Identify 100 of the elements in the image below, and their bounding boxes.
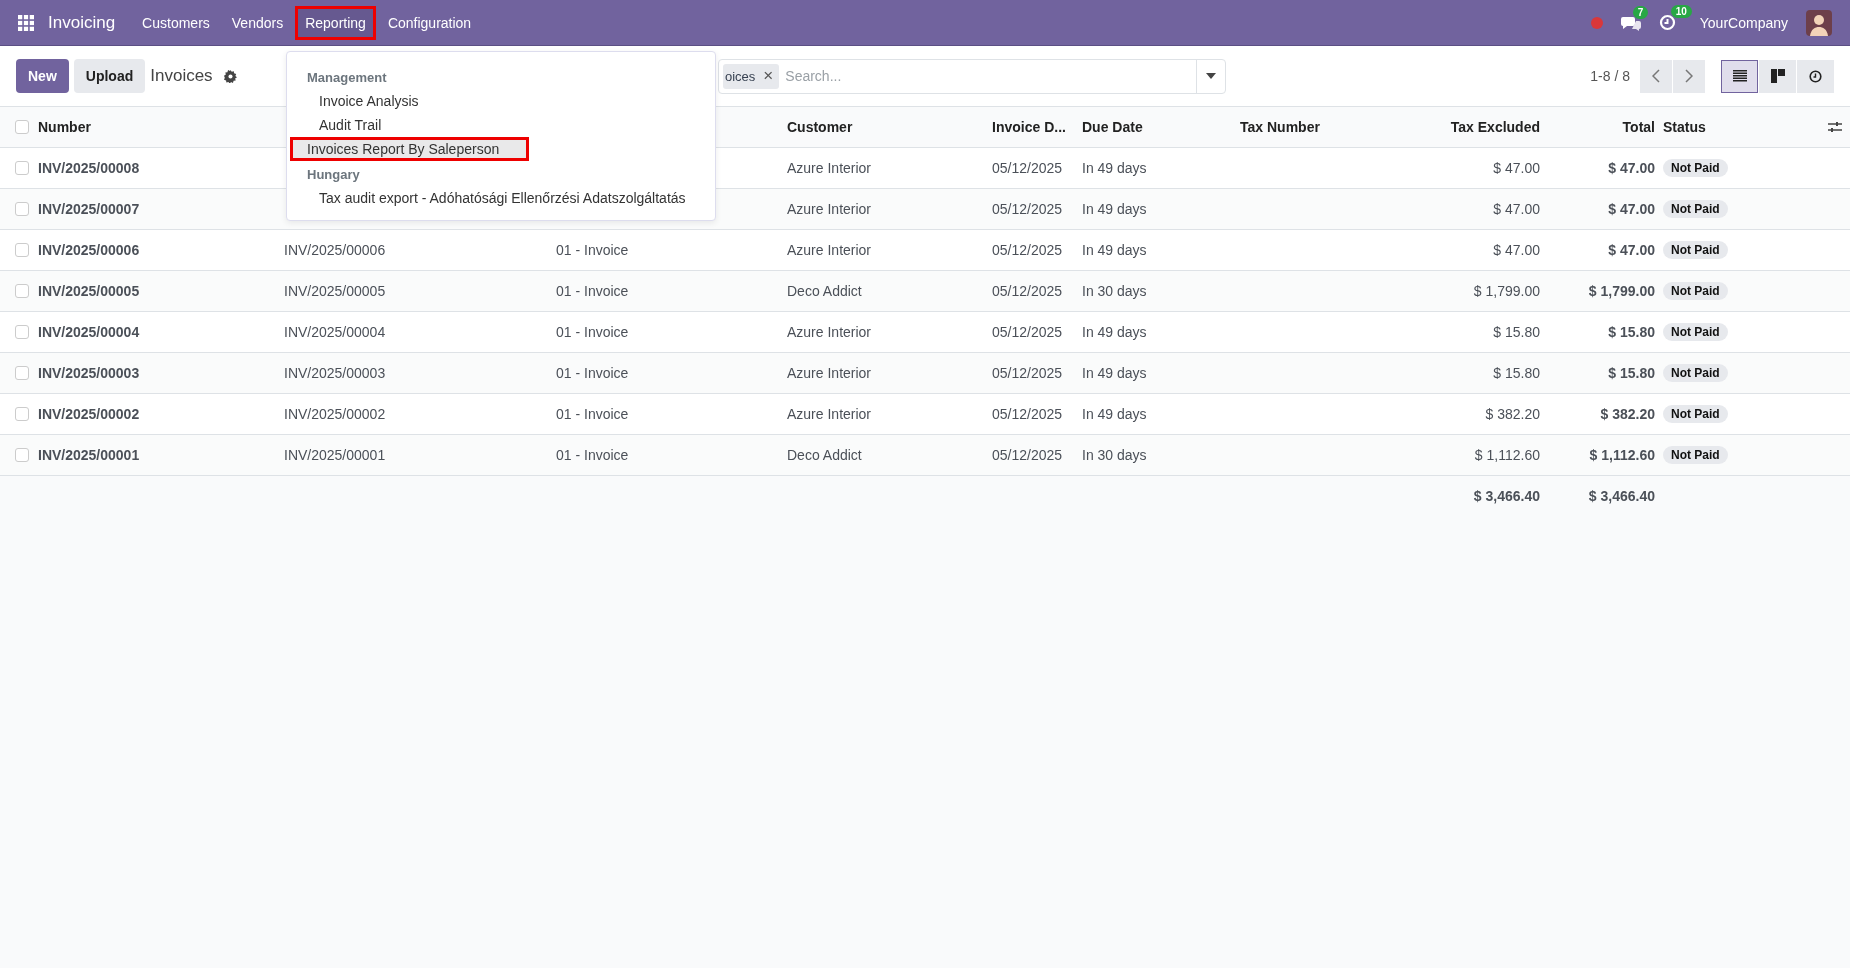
table-cell: $ 15.80 xyxy=(1493,365,1540,381)
app-name[interactable]: Invoicing xyxy=(48,12,116,33)
table-cell-text: INV/2025/00003 xyxy=(38,365,141,381)
table-cell: $ 1,112.60 xyxy=(1474,447,1540,463)
view-switch-button[interactable] xyxy=(1721,59,1758,93)
row-checkbox[interactable] xyxy=(15,202,29,216)
table-cell-text: INV/2025/00007 xyxy=(38,201,141,217)
chat-icon[interactable] xyxy=(1620,14,1641,31)
chevron-left-icon xyxy=(1652,69,1660,83)
kanban-icon xyxy=(1770,69,1785,83)
menu-section-header: Management xyxy=(306,69,388,87)
status-badge: Not Paid xyxy=(1663,323,1728,341)
status-dot-icon[interactable] xyxy=(1590,16,1603,29)
list-icon xyxy=(1732,70,1747,82)
table-cell-text: 05/12/2025 xyxy=(992,283,1064,299)
column-header[interactable]: Tax Excluded xyxy=(1450,119,1540,135)
chat-count-badge: 7 xyxy=(1632,5,1649,19)
toolbar-button[interactable]: Upload xyxy=(73,59,146,93)
row-checkbox[interactable] xyxy=(15,243,29,257)
table-cell-text: Azure Interior xyxy=(787,365,873,381)
column-header[interactable]: Customer xyxy=(787,119,992,135)
table-cell-text: Deco Addict xyxy=(787,283,863,299)
menu-item[interactable]: Audit Trail xyxy=(287,113,715,137)
nav-menu-item[interactable]: Configuration xyxy=(380,8,479,37)
status-badge: Not Paid xyxy=(1663,364,1728,382)
column-settings-icon[interactable] xyxy=(1828,121,1842,133)
toolbar-button[interactable]: New xyxy=(16,59,69,93)
remove-facet-button[interactable]: × xyxy=(763,66,774,86)
column-header[interactable]: Number xyxy=(38,119,284,135)
table-cell-text: In 49 days xyxy=(1082,324,1148,340)
breadcrumb-title: Invoices xyxy=(150,66,213,86)
row-checkbox[interactable] xyxy=(15,161,29,175)
table-cell: $ 382.20 xyxy=(1600,406,1655,422)
chevron-right-icon xyxy=(1685,69,1693,83)
menu-section-header: Hungary xyxy=(306,166,361,184)
table-cell-text: Azure Interior xyxy=(787,242,873,258)
nav-menu-item[interactable]: Customers xyxy=(135,8,217,37)
table-cell-text: 05/12/2025 xyxy=(992,201,1064,217)
pager-value[interactable]: 1-8 / 8 xyxy=(1590,68,1630,84)
column-header[interactable]: Invoice D... xyxy=(992,119,1082,135)
menu-item[interactable]: Invoices Report By Saleperson xyxy=(290,137,530,161)
table-cell-text: Azure Interior xyxy=(787,324,873,340)
settings-icon[interactable] xyxy=(223,69,237,83)
search-bar[interactable]: oices × Search... xyxy=(718,58,1226,94)
column-header[interactable]: Status xyxy=(1663,119,1820,135)
table-cell: $ 1,799.00 xyxy=(1588,283,1655,299)
table-cell: $ 47.00 xyxy=(1493,242,1540,258)
company-name[interactable]: YourCompany xyxy=(1699,14,1788,31)
select-all-checkbox[interactable] xyxy=(15,120,29,134)
menu-item[interactable]: Invoice Analysis xyxy=(287,89,715,113)
previous-page-button[interactable] xyxy=(1640,59,1672,93)
table-cell: $ 47.00 xyxy=(1493,160,1540,176)
row-checkbox[interactable] xyxy=(15,366,29,380)
table-cell: INV/2025/00005 xyxy=(284,283,386,299)
table-cell: $ 382.20 xyxy=(1485,406,1540,422)
table-cell: $ 1,112.60 xyxy=(1589,447,1655,463)
search-facet: oices × xyxy=(723,63,780,89)
table-cell: $ 15.80 xyxy=(1493,324,1540,340)
clock-icon[interactable] xyxy=(1658,14,1676,31)
status-badge: Not Paid xyxy=(1663,159,1728,177)
row-checkbox[interactable] xyxy=(15,325,29,339)
status-badge: Not Paid xyxy=(1663,241,1728,259)
table-cell: $ 15.80 xyxy=(1608,365,1655,381)
table-cell-text: In 49 days xyxy=(1082,365,1148,381)
table-cell-text: INV/2025/00005 xyxy=(38,283,141,299)
status-badge: Not Paid xyxy=(1663,200,1728,218)
table-cell-text: 05/12/2025 xyxy=(992,406,1064,422)
row-checkbox[interactable] xyxy=(15,284,29,298)
table-cell-text: 05/12/2025 xyxy=(992,242,1064,258)
table-cell-text: 05/12/2025 xyxy=(992,447,1064,463)
column-header[interactable]: Tax Number xyxy=(1240,119,1400,135)
table-cell-text: 05/12/2025 xyxy=(992,365,1064,381)
table-cell: $ 1,799.00 xyxy=(1473,283,1540,299)
table-cell: INV/2025/00001 xyxy=(284,447,386,463)
column-header[interactable]: Total xyxy=(1622,119,1655,135)
table-cell-text: Deco Addict xyxy=(787,447,863,463)
apps-grid-icon[interactable] xyxy=(18,14,34,31)
table-cell-text: In 49 days xyxy=(1082,406,1148,422)
table-cell-text: In 49 days xyxy=(1082,242,1148,258)
nav-menu-item[interactable]: Reporting xyxy=(298,8,373,37)
user-avatar-icon[interactable] xyxy=(1806,9,1832,36)
status-badge: Not Paid xyxy=(1663,282,1728,300)
table-cell: $ 15.80 xyxy=(1608,324,1655,340)
table-cell: 01 - Invoice xyxy=(556,365,629,381)
table-cell-text: In 30 days xyxy=(1082,283,1148,299)
next-page-button[interactable] xyxy=(1673,59,1705,93)
table-cell-text: In 49 days xyxy=(1082,160,1148,176)
search-input[interactable]: Search... xyxy=(783,59,1196,93)
table-cell: 01 - Invoice xyxy=(556,242,629,258)
row-checkbox[interactable] xyxy=(15,407,29,421)
table-cell-text: In 30 days xyxy=(1082,447,1148,463)
row-checkbox[interactable] xyxy=(15,448,29,462)
column-header[interactable]: Due Date xyxy=(1082,119,1240,135)
table-cell-text: 05/12/2025 xyxy=(992,324,1064,340)
nav-menu-item[interactable]: Vendors xyxy=(224,8,291,37)
table-cell: INV/2025/00002 xyxy=(284,406,386,422)
activity-count-badge: 10 xyxy=(1670,5,1692,18)
menu-item[interactable]: Tax audit export - Adóhatósági Ellenőrzési Adatszolgáltatás xyxy=(287,186,715,210)
table-cell: $ 47.00 xyxy=(1608,201,1655,217)
table-cell-text: INV/2025/00006 xyxy=(38,242,141,258)
